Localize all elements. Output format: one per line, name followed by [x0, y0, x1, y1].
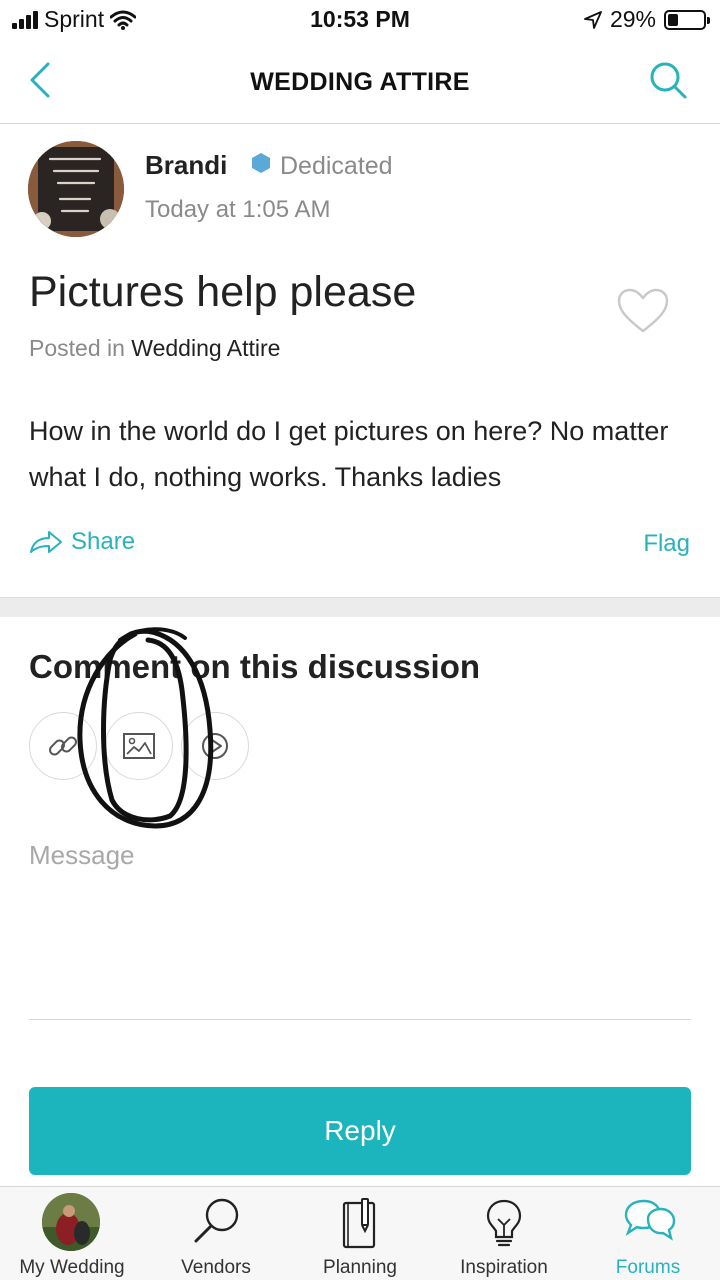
tab-vendors[interactable]: Vendors — [144, 1187, 288, 1280]
share-label: Share — [71, 528, 136, 555]
tab-my-wedding[interactable]: My Wedding — [0, 1187, 144, 1280]
post-body: How in the world do I get pictures on he… — [29, 416, 669, 492]
avatar — [42, 1193, 100, 1251]
nav-bar: WEDDING ATTIRE — [0, 40, 720, 124]
share-button[interactable]: Share — [29, 528, 135, 556]
search-icon[interactable] — [646, 58, 690, 102]
tab-label: Vendors — [181, 1257, 251, 1278]
status-right: 29% — [584, 6, 710, 33]
posted-in-label: Posted in — [29, 335, 125, 361]
video-icon — [202, 733, 228, 759]
chat-bubbles-icon — [624, 1199, 676, 1241]
category-link[interactable]: Wedding Attire — [131, 335, 280, 361]
post-timestamp: Today at 1:05 AM — [145, 196, 331, 223]
message-input[interactable] — [29, 836, 691, 1020]
author-rank: Dedicated — [280, 152, 393, 180]
tab-bar: My Wedding Vendors Planning Inspiration … — [0, 1186, 720, 1280]
tab-label: Planning — [323, 1257, 397, 1278]
posted-in: Posted in Wedding Attire — [29, 335, 280, 362]
status-bar: Sprint 10:53 PM 29% — [0, 0, 720, 40]
location-arrow-icon — [584, 10, 602, 29]
battery-percent: 29% — [609, 6, 656, 32]
image-icon — [123, 733, 155, 759]
attach-link-button[interactable] — [29, 712, 97, 780]
attach-image-button[interactable] — [105, 712, 173, 780]
tab-label: Inspiration — [460, 1257, 548, 1278]
share-arrow-icon — [30, 531, 62, 553]
notebook-icon — [342, 1198, 376, 1249]
page-title: WEDDING ATTIRE — [250, 68, 470, 96]
lightbulb-icon — [486, 1199, 522, 1247]
tab-label: Forums — [615, 1257, 681, 1278]
reply-button[interactable]: Reply — [29, 1087, 691, 1175]
author-avatar[interactable] — [28, 141, 124, 237]
author-name[interactable]: Brandi — [145, 150, 227, 181]
search-icon — [194, 1198, 239, 1243]
tab-label: My Wedding — [19, 1257, 125, 1278]
avatar-chalkboard-image — [28, 141, 124, 237]
comment-heading: Comment on this discussion — [29, 648, 481, 685]
section-divider — [0, 597, 720, 617]
hexagon-badge-icon — [252, 153, 270, 173]
tab-forums[interactable]: Forums — [576, 1187, 720, 1280]
heart-icon[interactable] — [616, 288, 670, 334]
post-title: Pictures help please — [29, 268, 417, 316]
tab-inspiration[interactable]: Inspiration — [432, 1187, 576, 1280]
link-icon — [49, 736, 77, 756]
battery-icon — [664, 9, 710, 30]
tab-planning[interactable]: Planning — [288, 1187, 432, 1280]
flag-button[interactable]: Flag — [643, 530, 690, 558]
attach-video-button[interactable] — [181, 712, 249, 780]
